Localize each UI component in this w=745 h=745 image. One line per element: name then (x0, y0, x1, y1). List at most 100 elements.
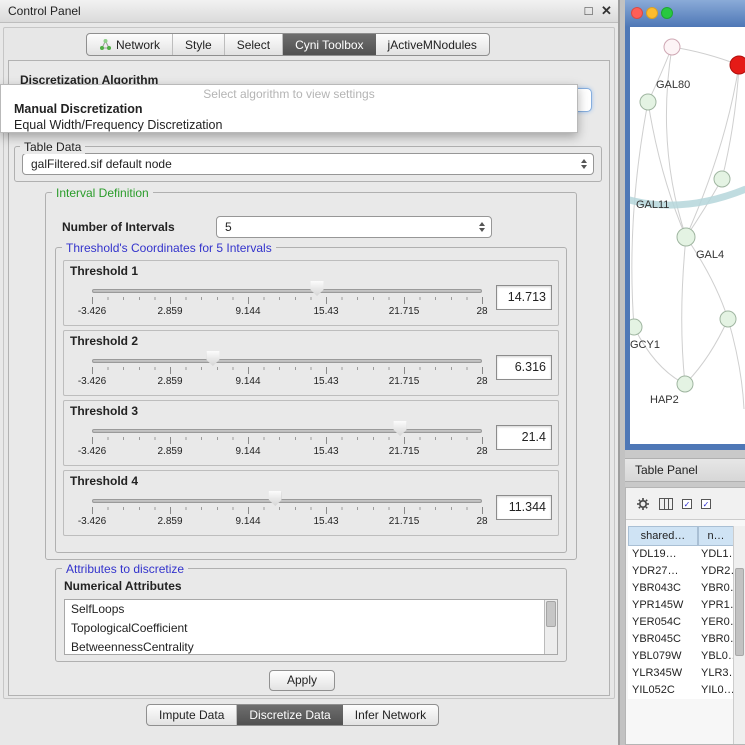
list-item[interactable]: SelfLoops (65, 600, 557, 619)
table-row[interactable]: YLR345WYLR3… (628, 665, 733, 682)
window-title: Control Panel (8, 4, 81, 18)
threshold-3-label: Threshold 3 (70, 404, 552, 418)
apply-button[interactable]: Apply (269, 670, 335, 691)
column-header-name[interactable]: n… (698, 526, 734, 546)
network-icon (99, 38, 112, 51)
numerical-attributes-heading: Numerical Attributes (64, 579, 182, 593)
slider-track[interactable] (92, 499, 482, 503)
slider-track[interactable] (92, 429, 482, 433)
table-row[interactable]: YBL079WYBL0… (628, 648, 733, 665)
table-panel-title: Table Panel (635, 463, 698, 477)
algorithm-placeholder: Select algorithm to view settings (1, 87, 577, 101)
combo-spinner-icon (575, 159, 593, 169)
gear-icon[interactable] (636, 497, 650, 511)
tab-style[interactable]: Style (173, 34, 225, 55)
control-panel-titlebar: Control Panel □ ✕ (0, 0, 618, 23)
table-row[interactable]: YIL052CYIL0… (628, 682, 733, 699)
table-data-label: Table Data (20, 140, 85, 154)
table-scrollbar[interactable] (733, 526, 745, 744)
attributes-group: Numerical Attributes SelfLoops Topologic… (55, 568, 567, 662)
network-node[interactable] (714, 171, 730, 187)
threshold-3-slider[interactable]: -3.426 2.859 9.144 15.43 21.715 28 (92, 419, 482, 463)
slider-ticks (92, 437, 482, 444)
list-scrollbar[interactable] (544, 600, 557, 654)
slider-track[interactable] (92, 359, 482, 363)
slider-tick-labels: -3.426 2.859 9.144 15.43 21.715 28 (92, 306, 482, 318)
slider-thumb[interactable] (311, 281, 324, 296)
selected-network-node[interactable] (730, 56, 745, 74)
threshold-2-slider[interactable]: -3.426 2.859 9.144 15.43 21.715 28 (92, 349, 482, 393)
checkbox-icon[interactable]: ✓ (682, 499, 692, 509)
scrollbar-thumb[interactable] (546, 601, 556, 627)
tab-discretize-data[interactable]: Discretize Data (237, 705, 342, 725)
close-icon[interactable]: ✕ (598, 2, 615, 20)
table-row[interactable]: YDL19…YDL1… (628, 546, 733, 563)
table-row[interactable]: YPR145WYPR1… (628, 597, 733, 614)
network-graph[interactable]: GAL80 GAL11 GAL4 GCY1 HAP2 (630, 27, 745, 444)
numerical-attributes-list: SelfLoops TopologicalCoefficient Between… (64, 599, 558, 655)
slider-ticks (92, 297, 482, 304)
network-node[interactable] (640, 94, 656, 110)
list-item[interactable]: TopologicalCoefficient (65, 619, 557, 638)
tab-network[interactable]: Network (87, 34, 173, 55)
slider-track[interactable] (92, 289, 482, 293)
number-of-intervals-label: Number of Intervals (62, 220, 175, 234)
zoom-traffic-light-icon[interactable] (661, 7, 673, 19)
threshold-4-label: Threshold 4 (70, 474, 552, 488)
threshold-4-value-field[interactable]: 11.344 (496, 495, 552, 520)
list-item[interactable]: BetweennessCentrality (65, 638, 557, 655)
slider-tick-labels: -3.426 2.859 9.144 15.43 21.715 28 (92, 446, 482, 458)
table-panel-header: Table Panel (625, 458, 745, 482)
threshold-1-label: Threshold 1 (70, 264, 552, 278)
threshold-2-panel: Threshold 2 -3.426 2.859 9.144 15.43 21.… (63, 330, 559, 396)
slider-thumb[interactable] (269, 491, 282, 506)
table-row[interactable]: YER054CYER0… (628, 614, 733, 631)
threshold-3-value-field[interactable]: 21.4 (496, 425, 552, 450)
tab-infer-network[interactable]: Infer Network (343, 705, 438, 725)
table-data-combo[interactable]: galFiltered.sif default node (22, 153, 594, 175)
column-header-shared-name[interactable]: shared… (628, 526, 698, 546)
network-canvas[interactable]: GAL80 GAL11 GAL4 GCY1 HAP2 (630, 27, 745, 444)
table-row[interactable]: YBR043CYBR0… (628, 580, 733, 597)
table-toolbar: ✓ ✓ (626, 488, 745, 520)
table-body: YDL19…YDL1… YDR27…YDR2… YBR043CYBR0… YPR… (628, 546, 733, 699)
threshold-1-slider[interactable]: -3.426 2.859 9.144 15.43 21.715 28 (92, 279, 482, 323)
tab-impute-data[interactable]: Impute Data (147, 705, 237, 725)
table-row[interactable]: YBR045CYBR0… (628, 631, 733, 648)
checkbox-icon[interactable]: ✓ (701, 499, 711, 509)
tab-cyni-toolbox[interactable]: Cyni Toolbox (283, 34, 375, 55)
menu-item-equal-width-frequency[interactable]: Equal Width/Frequency Discretization (1, 117, 577, 133)
select-columns-icon[interactable] (659, 498, 673, 510)
slider-thumb[interactable] (394, 421, 407, 436)
threshold-4-slider[interactable]: -3.426 2.859 9.144 15.43 21.715 28 (92, 489, 482, 533)
thresholds-group: Threshold 1 -3.426 2.859 9.144 15.43 21.… (55, 247, 567, 553)
number-of-intervals-combo[interactable]: 5 (216, 216, 492, 238)
threshold-1-value-field[interactable]: 14.713 (496, 285, 552, 310)
network-node[interactable] (630, 319, 642, 335)
node-table-panel: ✓ ✓ shared… n… YDL19…YDL1… YDR27…YDR2… Y… (625, 487, 745, 745)
threshold-2-value-field[interactable]: 6.316 (496, 355, 552, 380)
network-node[interactable] (664, 39, 680, 55)
network-node[interactable] (677, 376, 693, 392)
menu-item-manual-discretization[interactable]: Manual Discretization (1, 101, 577, 117)
top-tab-strip: Network Style Select Cyni Toolbox jActiv… (86, 33, 490, 56)
network-node[interactable] (677, 228, 695, 246)
threshold-2-label: Threshold 2 (70, 334, 552, 348)
minimize-traffic-light-icon[interactable] (646, 7, 658, 19)
combo-spinner-icon (473, 222, 491, 232)
tab-select[interactable]: Select (225, 34, 283, 55)
slider-thumb[interactable] (206, 351, 219, 366)
threshold-3-panel: Threshold 3 -3.426 2.859 9.144 15.43 21.… (63, 400, 559, 466)
table-data-selected-value: galFiltered.sif default node (31, 157, 172, 171)
close-traffic-light-icon[interactable] (631, 7, 643, 19)
float-window-icon[interactable]: □ (580, 2, 597, 20)
threshold-4-panel: Threshold 4 -3.426 2.859 9.144 15.43 21.… (63, 470, 559, 536)
network-node[interactable] (720, 311, 736, 327)
table-header-row: shared… n… (628, 526, 734, 546)
node-label: GAL80 (656, 79, 690, 91)
node-label: GCY1 (630, 339, 660, 351)
table-row[interactable]: YDR27…YDR2… (628, 563, 733, 580)
tab-jactivemnodules[interactable]: jActiveMNodules (376, 34, 489, 55)
scrollbar-thumb[interactable] (735, 568, 744, 656)
slider-tick-labels: -3.426 2.859 9.144 15.43 21.715 28 (92, 376, 482, 388)
